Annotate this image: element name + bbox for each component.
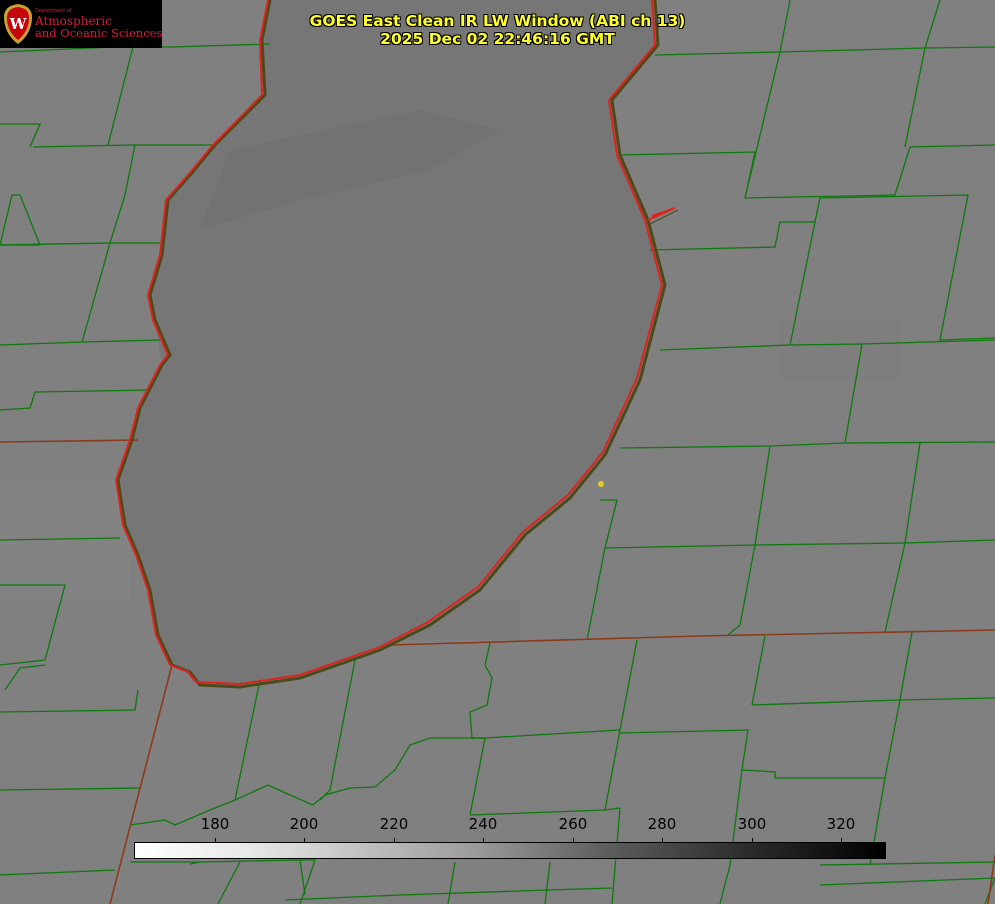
tick-label-180: 180 <box>200 815 230 833</box>
satellite-map[interactable] <box>0 0 995 904</box>
location-dot-icon[interactable] <box>598 481 604 487</box>
tick-mark <box>752 838 753 843</box>
tick-mark <box>841 838 842 843</box>
tick-mark <box>662 838 663 843</box>
tick-label-220: 220 <box>379 815 409 833</box>
tick-mark <box>304 838 305 843</box>
tick-label-200: 200 <box>289 815 319 833</box>
tick-label-240: 240 <box>468 815 498 833</box>
tick-mark <box>483 838 484 843</box>
image-timestamp: 2025 Dec 02 22:46:16 GMT <box>380 30 615 48</box>
tick-label-300: 300 <box>737 815 767 833</box>
tick-mark <box>394 838 395 843</box>
temperature-colorbar <box>134 842 886 859</box>
tick-label-320: 320 <box>826 815 856 833</box>
tick-label-260: 260 <box>558 815 588 833</box>
image-title: GOES East Clean IR LW Window (ABI ch 13) <box>309 12 686 30</box>
tick-mark <box>573 838 574 843</box>
tick-label-280: 280 <box>647 815 677 833</box>
tick-mark <box>215 838 216 843</box>
